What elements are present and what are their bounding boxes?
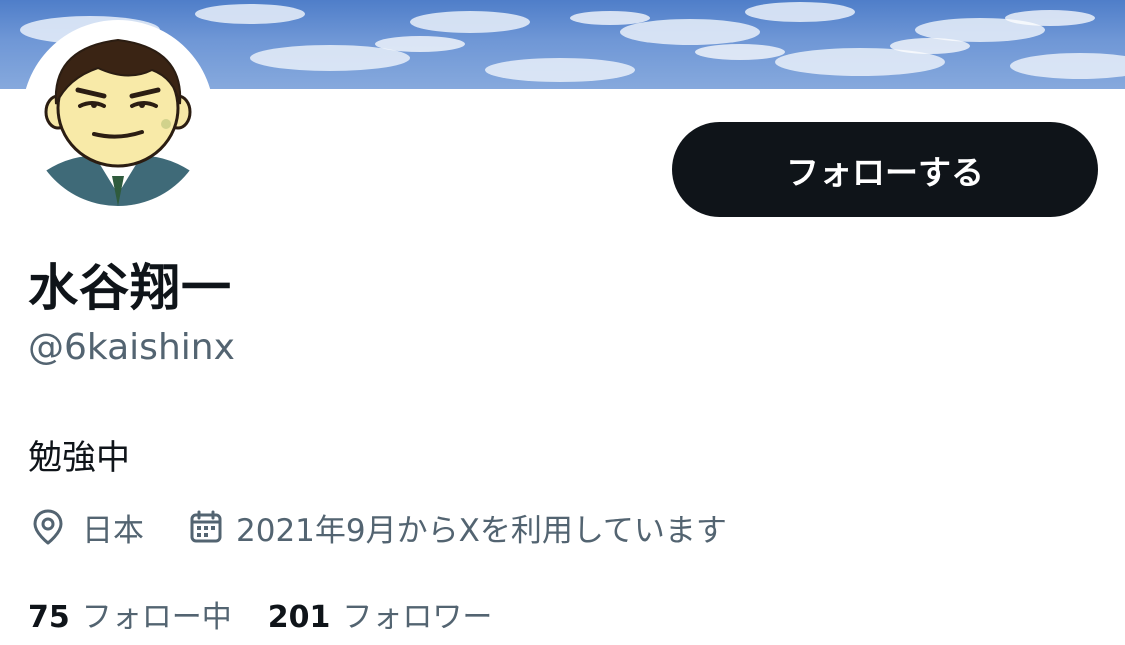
following-link[interactable]: 75 フォロー中 [28, 592, 232, 636]
followers-count: 201 [267, 600, 331, 635]
location-pin-icon [28, 507, 68, 547]
follow-button[interactable]: フォローする [672, 122, 1098, 217]
follow-stats: 75 フォロー中 201 フォロワー [28, 592, 492, 636]
joined-label: 2021年9月からXを利用しています [236, 512, 727, 549]
avatar[interactable] [22, 20, 214, 212]
followers-link[interactable]: 201 フォロワー [268, 592, 493, 636]
profile-page: フォローする 水谷翔一 @6kaishinx 勉強中 日本 2021年9月からX… [0, 0, 1125, 645]
avatar-image [28, 26, 208, 206]
user-handle: @6kaishinx [28, 327, 235, 368]
profile-meta: 日本 2021年9月からXを利用しています [28, 505, 727, 549]
location-label: 日本 [82, 512, 144, 549]
cartoon-man-avatar-icon [28, 38, 208, 206]
following-label: フォロー中 [81, 600, 232, 635]
profile-bio: 勉強中 [28, 438, 130, 478]
calendar-icon [186, 507, 226, 547]
following-count: 75 [28, 600, 70, 635]
display-name: 水谷翔一 [28, 259, 232, 317]
profile-location: 日本 [28, 505, 144, 550]
profile-joined-date: 2021年9月からXを利用しています [186, 505, 727, 550]
followers-label: フォロワー [342, 600, 493, 635]
